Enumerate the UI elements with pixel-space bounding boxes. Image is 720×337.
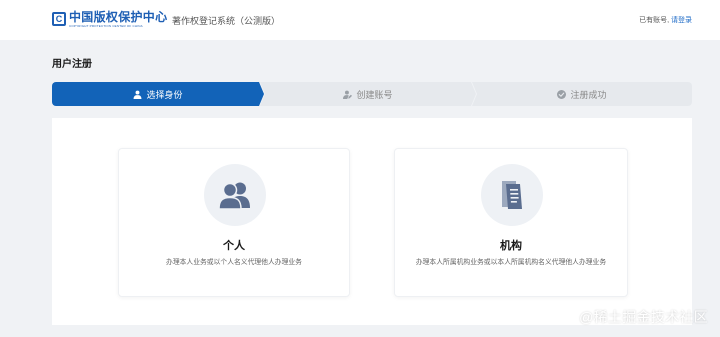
system-title: 著作权登记系统（公测版） bbox=[172, 16, 281, 26]
copyright-logo-icon: C bbox=[52, 12, 66, 26]
logo-cn-name: 中国版权保护中心 bbox=[69, 10, 168, 24]
document-icon bbox=[502, 181, 522, 209]
step-label: 注册成功 bbox=[570, 89, 607, 100]
page-title: 用户注册 bbox=[52, 59, 92, 70]
account-area: 已有账号, 请登录 bbox=[639, 15, 692, 25]
logo-text: 中国版权保护中心 COPYRIGHT PROTECTION CENTER OF … bbox=[69, 10, 168, 29]
top-header: C 中国版权保护中心 COPYRIGHT PROTECTION CENTER O… bbox=[0, 0, 720, 40]
card-description: 办理本人业务或以个人名义代理他人办理业务 bbox=[166, 259, 302, 266]
logo-en-name: COPYRIGHT PROTECTION CENTER OF CHINA bbox=[69, 24, 143, 28]
step-label: 选择身份 bbox=[146, 89, 183, 100]
card-title: 个人 bbox=[223, 240, 245, 252]
users-icon bbox=[218, 182, 250, 210]
step-register-success: 注册成功 bbox=[472, 82, 692, 106]
card-description: 办理本人所属机构业务或以本人所属机构名义代理他人办理业务 bbox=[415, 259, 607, 266]
step-label: 创建账号 bbox=[356, 89, 393, 100]
step-create-account: 创建账号 bbox=[260, 82, 476, 106]
card-title: 机构 bbox=[500, 240, 522, 252]
organization-icon-circle bbox=[481, 164, 543, 226]
user-edit-icon bbox=[343, 90, 353, 99]
identity-selection-panel: 个人 办理本人业务或以个人名义代理他人办理业务 机构 办理本人所属机构业务或以本… bbox=[52, 118, 692, 325]
registration-steps: 选择身份 创建账号 注册成功 bbox=[52, 82, 692, 106]
logo[interactable]: C 中国版权保护中心 COPYRIGHT PROTECTION CENTER O… bbox=[52, 11, 167, 31]
check-circle-icon bbox=[557, 89, 567, 99]
login-link[interactable]: 请登录 bbox=[671, 17, 692, 24]
personal-icon-circle bbox=[204, 164, 266, 226]
personal-identity-card[interactable]: 个人 办理本人业务或以个人名义代理他人办理业务 bbox=[118, 148, 350, 297]
watermark: @稀土掘金技术社区 bbox=[579, 309, 708, 325]
step-choose-identity: 选择身份 bbox=[52, 82, 264, 106]
user-icon bbox=[133, 90, 142, 99]
organization-identity-card[interactable]: 机构 办理本人所属机构业务或以本人所属机构名义代理他人办理业务 bbox=[394, 148, 628, 297]
account-prompt: 已有账号, bbox=[639, 17, 670, 24]
